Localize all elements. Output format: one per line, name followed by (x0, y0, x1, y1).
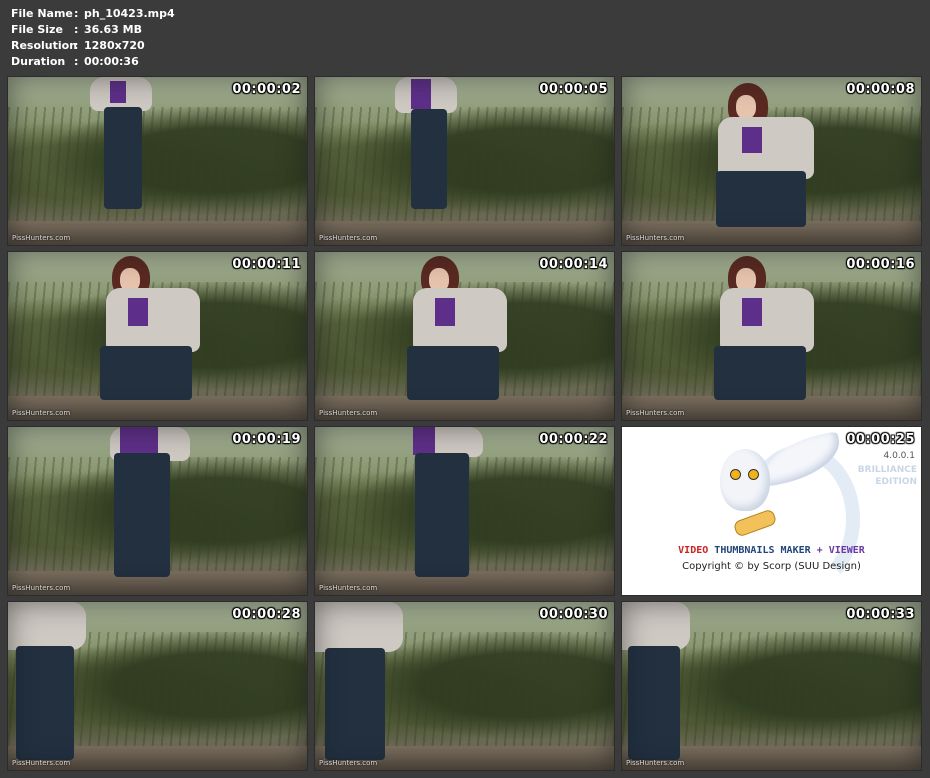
file-name-sep: : (74, 7, 79, 20)
timestamp: 00:00:11 (232, 257, 301, 272)
thumbnail-frame[interactable]: 00:00:08 PissHunters.com (622, 77, 921, 245)
thumbnail-frame[interactable]: 00:00:22 PissHunters.com (315, 427, 614, 595)
timestamp: 00:00:14 (539, 257, 608, 272)
timestamp: 00:00:19 (232, 432, 301, 447)
thumbnail-frame[interactable]: 00:00:14 PissHunters.com (315, 252, 614, 420)
thumbnail-frame[interactable]: 00:00:16 PissHunters.com (622, 252, 921, 420)
resolution-sep: : (74, 39, 79, 52)
timestamp: 00:00:30 (539, 607, 608, 622)
thumbnail-frame[interactable]: 00:00:05 PissHunters.com (315, 77, 614, 245)
watermark: PissHunters.com (319, 759, 378, 767)
timestamp: 00:00:22 (539, 432, 608, 447)
resolution-row: Resolution : 1280x720 (11, 38, 175, 54)
thumbnail-frame[interactable]: 00:00:11 PissHunters.com (8, 252, 307, 420)
timestamp: 00:00:02 (232, 82, 301, 97)
watermark: PissHunters.com (12, 584, 71, 592)
file-size-sep: : (74, 23, 79, 36)
duration-row: Duration : 00:00:36 (11, 54, 175, 70)
owl-icon (720, 449, 770, 511)
watermark: PissHunters.com (319, 409, 378, 417)
watermark: PissHunters.com (626, 759, 685, 767)
thumbnail-frame[interactable]: 00:00:19 PissHunters.com (8, 427, 307, 595)
file-size-key: File Size (11, 23, 63, 36)
software-logo-frame[interactable]: 00:00:25 4.0.0.1 BRILLIANCE EDITION VIDE… (622, 427, 921, 595)
thumbnail-frame[interactable]: 00:00:33 PissHunters.com (622, 602, 921, 770)
timestamp: 00:00:33 (846, 607, 915, 622)
file-name-key: File Name (11, 7, 73, 20)
resolution-value: 1280x720 (84, 39, 145, 52)
thumbnail-frame[interactable]: 00:00:30 PissHunters.com (315, 602, 614, 770)
watermark: PissHunters.com (12, 759, 71, 767)
timestamp: 00:00:25 (846, 432, 915, 447)
watermark: PissHunters.com (319, 234, 378, 242)
timestamp: 00:00:08 (846, 82, 915, 97)
edition-label: BRILLIANCE EDITION (857, 465, 917, 487)
version-label: 4.0.0.1 (883, 451, 916, 461)
watermark: PissHunters.com (12, 234, 71, 242)
duration-sep: : (74, 55, 79, 68)
duration-value: 00:00:36 (84, 55, 139, 68)
thumbnail-frame[interactable]: 00:00:28 PissHunters.com (8, 602, 307, 770)
resolution-key: Resolution (11, 39, 78, 52)
watermark: PissHunters.com (626, 409, 685, 417)
file-info-panel: File Name : ph_10423.mp4 File Size : 36.… (11, 6, 175, 70)
timestamp: 00:00:16 (846, 257, 915, 272)
thumbnail-frame[interactable]: 00:00:02 PissHunters.com (8, 77, 307, 245)
timestamp: 00:00:28 (232, 607, 301, 622)
product-name: VIDEO THUMBNAILS MAKER + VIEWER (678, 545, 865, 556)
watermark: PissHunters.com (319, 584, 378, 592)
watermark: PissHunters.com (12, 409, 71, 417)
copyright-text: Copyright © by Scorp (SUU Design) (682, 561, 861, 572)
watermark: PissHunters.com (626, 234, 685, 242)
file-name-row: File Name : ph_10423.mp4 (11, 6, 175, 22)
thumbnail-grid: 00:00:02 PissHunters.com 00:00:05 PissHu… (8, 77, 921, 770)
file-size-row: File Size : 36.63 MB (11, 22, 175, 38)
file-name-value: ph_10423.mp4 (84, 7, 175, 20)
duration-key: Duration (11, 55, 66, 68)
file-size-value: 36.63 MB (84, 23, 142, 36)
timestamp: 00:00:05 (539, 82, 608, 97)
